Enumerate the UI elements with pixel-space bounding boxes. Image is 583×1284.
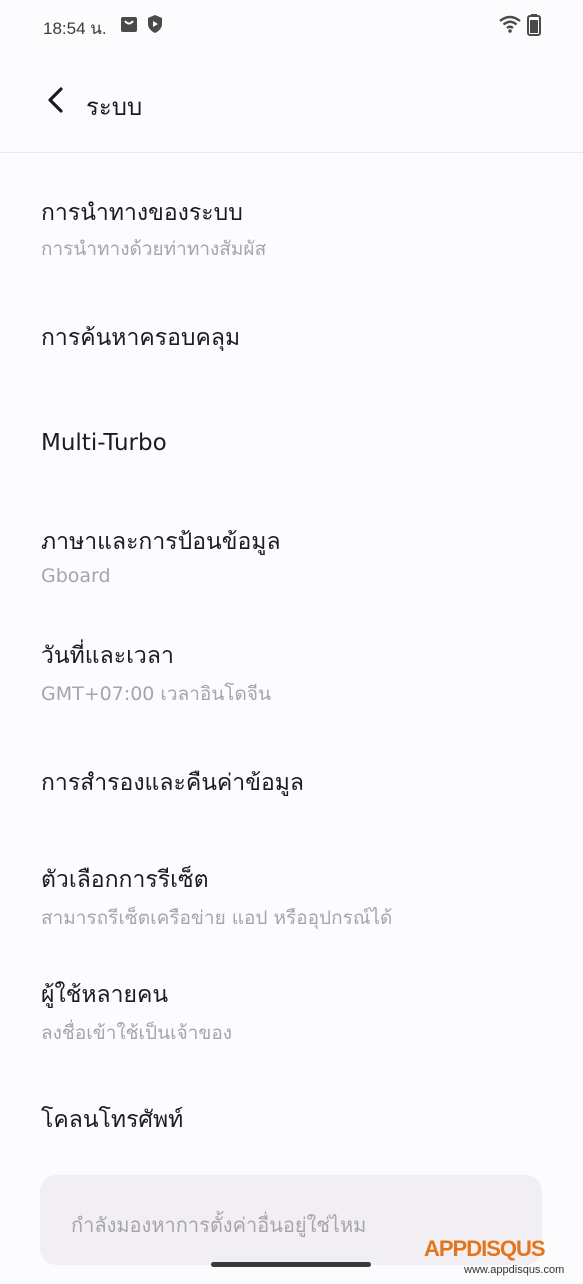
item-title: ตัวเลือกการรีเซ็ต [41,867,209,893]
item-title: Multi-Turbo [41,430,167,456]
shield-icon [146,14,164,38]
list-item-date-time[interactable]: วันที่และเวลา GMT+07:00 เวลาอินโดจีน [0,627,583,719]
wifi-icon [499,14,521,38]
list-item-language-input[interactable]: ภาษาและการป้อนข้อมูล Gboard [0,513,583,605]
other-settings-text: กำลังมองหาการตั้งค่าอื่นอยู่ใช่ไหม [71,1213,367,1237]
item-title: การสำรองและคืนค่าข้อมูล [41,770,305,796]
app-bar: ระบบ [0,52,583,153]
item-subtitle: สามารถรีเซ็ตเครือข่าย แอป หรืออุปกรณ์ได้ [41,907,393,929]
status-time: 18:54 น. [43,19,107,38]
list-item-multiple-users[interactable]: ผู้ใช้หลายคน ลงชื่อเข้าใช้เป็นเจ้าของ [0,967,583,1059]
item-subtitle: GMT+07:00 เวลาอินโดจีน [41,683,271,705]
back-button[interactable] [36,82,76,122]
home-indicator[interactable] [211,1262,371,1267]
item-title: ผู้ใช้หลายคน [41,982,169,1008]
watermark-brand: APPDISQUS [424,1236,546,1261]
list-item-backup-restore[interactable]: การสำรองและคืนค่าข้อมูล [0,749,583,829]
page-title: ระบบ [86,93,143,121]
item-subtitle: Gboard [41,565,111,587]
battery-icon [527,14,541,40]
item-title: โคลนโทรศัพท์ [41,1107,184,1133]
item-subtitle: ลงชื่อเข้าใช้เป็นเจ้าของ [41,1022,233,1044]
bag-icon [119,14,139,38]
item-title: การค้นหาครอบคลุม [41,325,241,351]
status-bar: 18:54 น. [0,0,583,52]
item-title: ภาษาและการป้อนข้อมูล [41,529,281,555]
list-item-phone-clone[interactable]: โคลนโทรศัพท์ [0,1083,583,1163]
chevron-left-icon [45,87,67,117]
watermark-logo: APPDISQUS www.appdisqus.com [420,1236,580,1282]
item-title: การนำทางของระบบ [41,200,243,226]
watermark-url: www.appdisqus.com [464,1264,565,1276]
item-subtitle: การนำทางด้วยท่าทางสัมผัส [41,238,267,260]
item-title: วันที่และเวลา [41,643,174,669]
list-item-multi-turbo[interactable]: Multi-Turbo [0,403,583,483]
list-item-reset-options[interactable]: ตัวเลือกการรีเซ็ต สามารถรีเซ็ตเครือข่าย … [0,853,583,945]
list-item-comprehensive-search[interactable]: การค้นหาครอบคลุม [0,293,583,373]
list-item-system-navigation[interactable]: การนำทางของระบบ การนำทางด้วยท่าทางสัมผัส [0,179,583,271]
